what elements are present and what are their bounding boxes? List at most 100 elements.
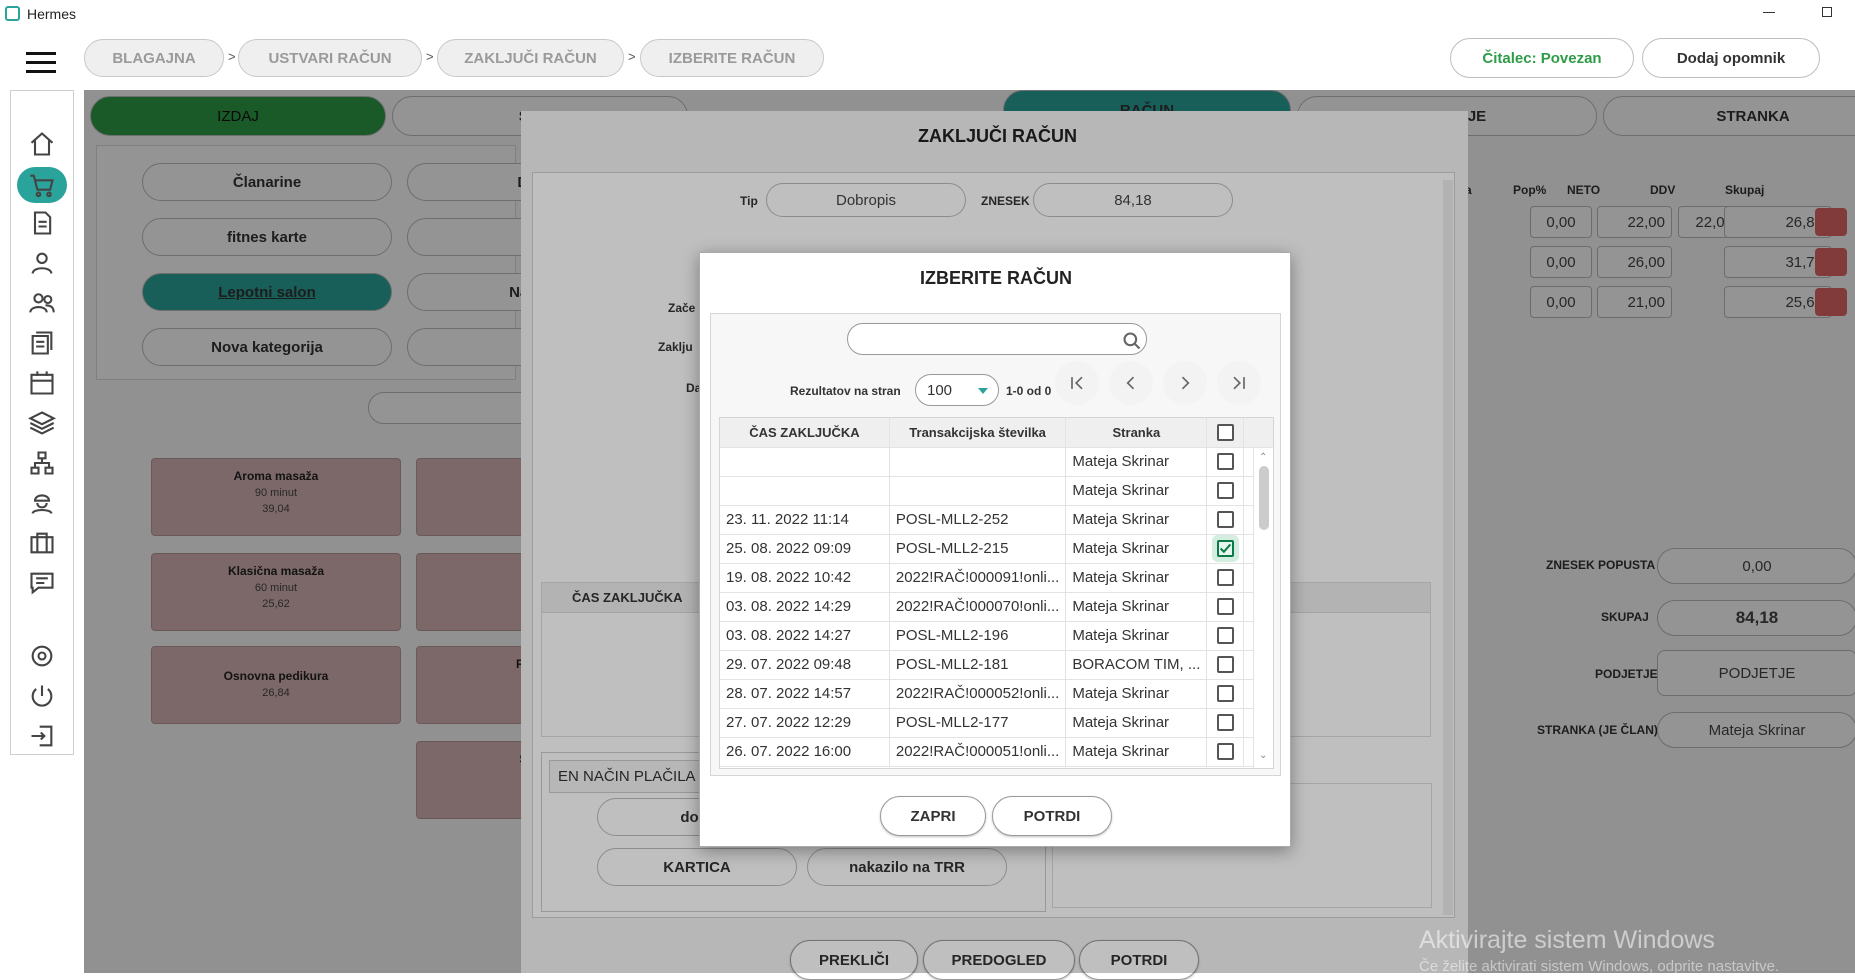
network-icon[interactable] [26, 447, 58, 479]
row-transaction: POSL-MLL2-177 [889, 708, 1067, 738]
activation-watermark-sub: Če želite aktivirati sistem Windows, odp… [1419, 958, 1780, 975]
row-checkbox[interactable] [1216, 511, 1234, 529]
worker-icon[interactable] [26, 487, 58, 519]
table-row[interactable]: Mateja Skrinar [720, 476, 1273, 506]
users-icon[interactable] [26, 287, 58, 319]
breadcrumb-ustvari-racun[interactable]: USTVARI RAČUN [238, 39, 422, 77]
layers-icon[interactable] [26, 407, 58, 439]
column-header-customer[interactable]: Stranka [1065, 418, 1208, 448]
table-row[interactable]: 25. 08. 2022 09:09 POSL-MLL2-215 Mateja Sk… [720, 534, 1273, 564]
row-transaction: 2022!RAČ!000052!onli... [889, 679, 1067, 709]
select-all-checkbox[interactable] [1216, 423, 1234, 441]
row-time: 29. 07. 2022 09:48 [720, 650, 890, 680]
table-row[interactable]: 19. 08. 2022 10:42 2022!RAČ!000091!onli..… [720, 563, 1273, 593]
document-icon[interactable] [26, 207, 58, 239]
row-transaction: 2022!RAČ!000051!onli... [889, 737, 1067, 767]
close-button[interactable]: ZAPRI [880, 796, 986, 836]
briefcase-icon[interactable] [26, 527, 58, 559]
power-icon[interactable] [26, 680, 58, 712]
last-page-button[interactable] [1217, 361, 1261, 405]
table-row[interactable]: 03. 08. 2022 14:27 POSL-MLL2-196 Mateja Sk… [720, 621, 1273, 651]
search-icon[interactable] [1122, 331, 1142, 351]
breadcrumb-izberite-racun[interactable]: IZBERITE RAČUN [640, 39, 824, 77]
breadcrumb-separator: > [426, 49, 434, 64]
add-reminder-button[interactable]: Dodaj opomnik [1642, 38, 1820, 78]
row-time: 26. 07. 2022 16:00 [720, 737, 890, 767]
table-row[interactable]: 29. 07. 2022 09:48 POSL-MLL2-181 BORACOM T… [720, 650, 1273, 680]
row-time: 19. 08. 2022 10:42 [720, 563, 890, 593]
calendar-icon[interactable] [26, 367, 58, 399]
last-page-icon [1233, 376, 1245, 390]
column-header-tx[interactable]: Transakcijska številka [889, 418, 1067, 448]
table-row[interactable]: 26. 07. 2022 16:00 2022!RAČ!000051!onli..… [720, 737, 1273, 767]
row-time: 03. 08. 2022 14:27 [720, 621, 890, 651]
menu-icon[interactable] [26, 52, 56, 74]
row-transaction: 2022!RAČ!000091!onli... [889, 563, 1067, 593]
row-customer: Mateja Skrinar [1065, 505, 1208, 535]
row-checkbox[interactable] [1216, 627, 1234, 645]
activation-watermark: Aktivirajte sistem Windows [1419, 926, 1715, 954]
row-checkbox[interactable] [1216, 743, 1234, 761]
row-transaction: POSL-MLL2-215 [889, 534, 1067, 564]
row-time: 27. 07. 2022 12:29 [720, 708, 890, 738]
row-time: 23. 11. 2022 11:14 [720, 505, 890, 535]
row-customer: Mateja Skrinar [1065, 447, 1208, 477]
table-row[interactable]: 27. 07. 2022 12:29 POSL-MLL2-177 Mateja Sk… [720, 708, 1273, 738]
column-header-time[interactable]: ČAS ZAKLJUČKA [720, 418, 890, 448]
row-checkbox[interactable] [1216, 453, 1234, 471]
breadcrumb-separator: > [628, 49, 636, 64]
search-input[interactable] [847, 323, 1147, 355]
results-scrollbar[interactable]: ⌃ ⌄ [1253, 448, 1273, 768]
app-logo-icon [5, 6, 20, 21]
row-customer: Mateja Skrinar [1065, 621, 1208, 651]
row-customer: Mateja Skrinar [1065, 476, 1208, 506]
table-row[interactable]: Mateja Skrinar [720, 447, 1273, 477]
home-icon[interactable] [26, 128, 58, 160]
results-table: ČAS ZAKLJUČKA Transakcijska številka Str… [719, 417, 1274, 769]
row-customer: Mateja Skrinar [1065, 563, 1208, 593]
minimize-icon[interactable] [1763, 12, 1775, 13]
cart-icon[interactable] [17, 167, 67, 203]
per-page-select[interactable]: 100 [915, 374, 999, 406]
select-receipt-dialog: IZBERITE RAČUN Rezultatov na stran 100 1… [699, 252, 1291, 847]
user-icon[interactable] [26, 247, 58, 279]
row-customer: BORACOM TIM, ... [1065, 650, 1208, 680]
scroll-thumb[interactable] [1259, 466, 1269, 530]
row-checkbox[interactable] [1216, 569, 1234, 587]
row-transaction: POSL-MLL2-196 [889, 621, 1067, 651]
scroll-down-icon[interactable]: ⌄ [1259, 750, 1267, 761]
breadcrumb-blagajna[interactable]: BLAGAJNA [84, 39, 224, 77]
chevron-right-icon [1181, 376, 1190, 390]
range-text: 1-0 od 0 [1006, 384, 1052, 398]
chevron-left-icon [1126, 376, 1135, 390]
list-icon[interactable] [26, 327, 58, 359]
row-customer: Mateja Skrinar [1065, 737, 1208, 767]
next-page-button[interactable] [1163, 361, 1207, 405]
row-checkbox[interactable] [1216, 540, 1234, 558]
row-checkbox[interactable] [1216, 714, 1234, 732]
row-customer: Mateja Skrinar [1065, 592, 1208, 622]
row-checkbox[interactable] [1216, 482, 1234, 500]
table-row[interactable]: 23. 11. 2022 11:14 POSL-MLL2-252 Mateja Sk… [720, 505, 1273, 535]
row-checkbox[interactable] [1216, 598, 1234, 616]
chat-icon[interactable] [26, 567, 58, 599]
row-time [720, 447, 890, 477]
restore-icon[interactable] [1822, 7, 1832, 17]
row-customer: Mateja Skrinar [1065, 708, 1208, 738]
table-row[interactable]: 03. 08. 2022 14:29 2022!RAČ!000070!onli..… [720, 592, 1273, 622]
table-row[interactable]: 28. 07. 2022 14:57 2022!RAČ!000052!onli..… [720, 679, 1273, 709]
scroll-up-icon[interactable]: ⌃ [1259, 452, 1267, 463]
settings-icon[interactable] [26, 640, 58, 672]
row-customer: Mateja Skrinar [1065, 534, 1208, 564]
logout-icon[interactable] [26, 720, 58, 752]
select-dialog-title: IZBERITE RAČUN [920, 268, 1072, 288]
first-page-button[interactable] [1055, 361, 1099, 405]
confirm-button[interactable]: POTRDI [992, 796, 1112, 836]
row-time: 28. 07. 2022 14:57 [720, 679, 890, 709]
first-page-icon [1071, 376, 1083, 390]
row-checkbox[interactable] [1216, 685, 1234, 703]
row-transaction: POSL-MLL2-252 [889, 505, 1067, 535]
row-checkbox[interactable] [1216, 656, 1234, 674]
prev-page-button[interactable] [1109, 361, 1153, 405]
breadcrumb-zakljuci-racun[interactable]: ZAKLJUČI RAČUN [437, 39, 624, 77]
